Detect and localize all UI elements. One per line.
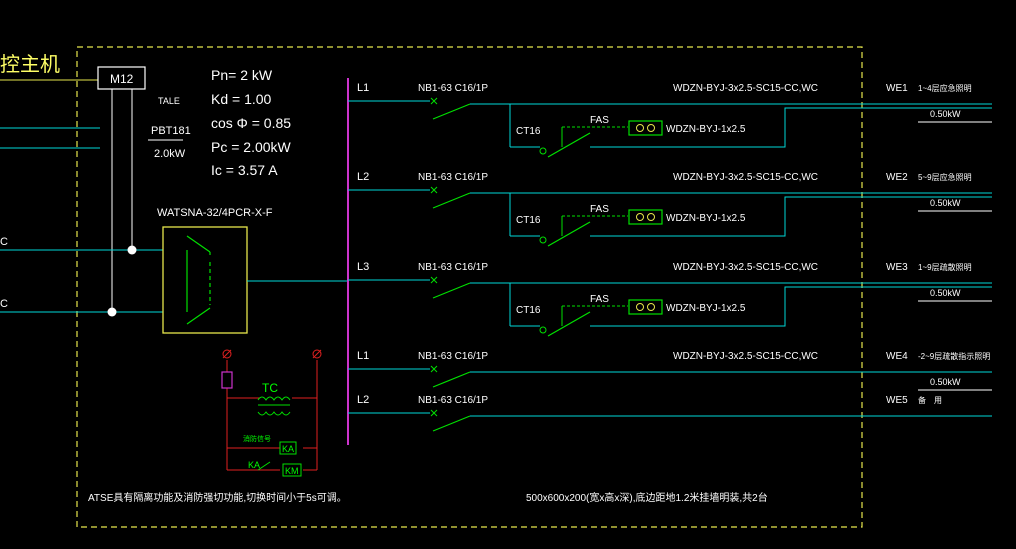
fas-switch-lever	[547, 221, 591, 247]
param-pc: Pc = 2.00kW	[211, 139, 292, 155]
tc-phase-symbols	[222, 349, 322, 359]
fas-label: FAS	[590, 115, 609, 126]
m12-label: M12	[110, 72, 134, 86]
param-cos: cos Φ = 0.85	[211, 115, 291, 131]
circuit-desc: -2~9层疏散指示照明	[918, 351, 990, 361]
param-pn: Pn= 2 kW	[211, 67, 273, 83]
breaker-x-icon	[430, 276, 438, 284]
circuit-cable-label: WDZN-BYJ-3x2.5-SC15-CC,WC	[673, 351, 818, 362]
title-fragment: 控主机	[0, 53, 60, 76]
circuit-power: 0.50kW	[930, 377, 961, 387]
fas-module-icon-a	[636, 303, 644, 311]
left-mark-1: C	[0, 236, 8, 248]
fas-module-box	[628, 209, 663, 225]
circuit-breaker-label: NB1-63 C16/1P	[418, 172, 488, 183]
circuit-phase-label: L3	[357, 261, 369, 273]
breaker-lever	[432, 282, 471, 299]
fas-switch-lever	[547, 132, 591, 158]
footer-note-left: ATSE具有隔离功能及消防强切功能,切换时间小于5s可调。	[88, 491, 347, 504]
circuit-cable-label: WDZN-BYJ-3x2.5-SC15-CC,WC	[673, 172, 818, 183]
ct-label: CT16	[516, 126, 541, 137]
circuit-phase-label: L1	[357, 82, 369, 94]
circuit-id: WE2	[886, 172, 908, 183]
circuit-breaker-label: NB1-63 C16/1P	[418, 262, 488, 273]
tc-small-label: 消防信号	[243, 434, 271, 443]
circuit-phase-label: L1	[357, 350, 369, 362]
circuit-breaker-label: NB1-63 C16/1P	[418, 83, 488, 94]
circuit-desc: 5~9层应急照明	[918, 172, 972, 182]
fas-switch-lever	[547, 311, 591, 337]
circuit-id: WE3	[886, 262, 908, 273]
circuit-power: 0.50kW	[930, 198, 961, 208]
circuit-desc: 1~4层应急照明	[918, 83, 972, 93]
circuit-desc: 备 用	[918, 395, 942, 405]
circuit-phase-label: L2	[357, 171, 369, 183]
left-mark-2: C	[0, 298, 8, 310]
km-relay-label: KM	[285, 466, 299, 476]
tc-fuse	[221, 371, 233, 389]
circuit-id: WE5	[886, 395, 908, 406]
circuit-phase-label: L2	[357, 394, 369, 406]
ct-contact-icon	[539, 147, 547, 155]
footer-note-right: 500x600x200(宽x高x深),底边距地1.2米挂墙明装,共2台	[526, 491, 768, 504]
circuit-power: 0.50kW	[930, 109, 961, 119]
ats-label: WATSNA-32/4PCR-X-F	[157, 207, 273, 219]
circuit-cable-label: WDZN-BYJ-3x2.5-SC15-CC,WC	[673, 262, 818, 273]
fas-module-icon-a	[636, 124, 644, 132]
param-kd: Kd = 1.00	[211, 91, 272, 107]
fas-module-icon-b	[647, 303, 655, 311]
ct-contact-icon	[539, 326, 547, 334]
breaker-lever	[432, 192, 471, 209]
breaker-lever	[432, 371, 471, 388]
circuit-id: WE4	[886, 351, 908, 362]
breaker-lever	[432, 415, 471, 432]
ka-contact-label: KA	[248, 460, 260, 470]
pbt-name: PBT181	[151, 125, 191, 137]
ct-contact-icon	[539, 236, 547, 244]
circuits-layer: L1 NB1-63 C16/1P WDZN-BYJ-3x2.5-SC15-CC,WC…	[348, 82, 992, 432]
circuit-desc: 1~9层疏散照明	[918, 262, 972, 272]
circuit-breaker-label: NB1-63 C16/1P	[418, 395, 488, 406]
fas-module-box	[628, 299, 663, 315]
fas-cable-label: WDZN-BYJ-1x2.5	[666, 124, 746, 135]
tale-label: TALE	[158, 96, 180, 106]
ct-label: CT16	[516, 215, 541, 226]
tc-transformer-icon	[257, 396, 291, 416]
fas-module-icon-b	[647, 124, 655, 132]
circuit-id: WE1	[886, 83, 908, 94]
breaker-x-icon	[430, 97, 438, 105]
pbt-power: 2.0kW	[154, 148, 186, 160]
tc-control-circuit	[226, 360, 318, 471]
breaker-x-icon	[430, 186, 438, 194]
fas-module-icon-b	[647, 213, 655, 221]
ct-label: CT16	[516, 305, 541, 316]
breaker-x-icon	[430, 365, 438, 373]
fas-module-icon-a	[636, 213, 644, 221]
tc-label: TC	[262, 381, 278, 395]
fas-cable-label: WDZN-BYJ-1x2.5	[666, 213, 746, 224]
circuit-cable-label: WDZN-BYJ-3x2.5-SC15-CC,WC	[673, 83, 818, 94]
ka-relay-label: KA	[282, 444, 294, 454]
param-ic: Ic = 3.57 A	[211, 162, 278, 178]
ats-switch-symbol	[186, 235, 211, 325]
fas-label: FAS	[590, 294, 609, 305]
ats-box	[162, 226, 248, 334]
breaker-x-icon	[430, 409, 438, 417]
fas-label: FAS	[590, 204, 609, 215]
breaker-lever	[432, 103, 471, 120]
junction-dot-1	[127, 245, 137, 255]
fas-cable-label: WDZN-BYJ-1x2.5	[666, 303, 746, 314]
junction-dot-2	[107, 307, 117, 317]
fas-module-box	[628, 120, 663, 136]
circuit-breaker-label: NB1-63 C16/1P	[418, 351, 488, 362]
circuit-power: 0.50kW	[930, 288, 961, 298]
enclosure-border	[76, 46, 863, 528]
schematic-canvas: 控主机 M12 TALE PBT181 2.0kW Pn= 2 kW Kd = …	[0, 46, 992, 528]
